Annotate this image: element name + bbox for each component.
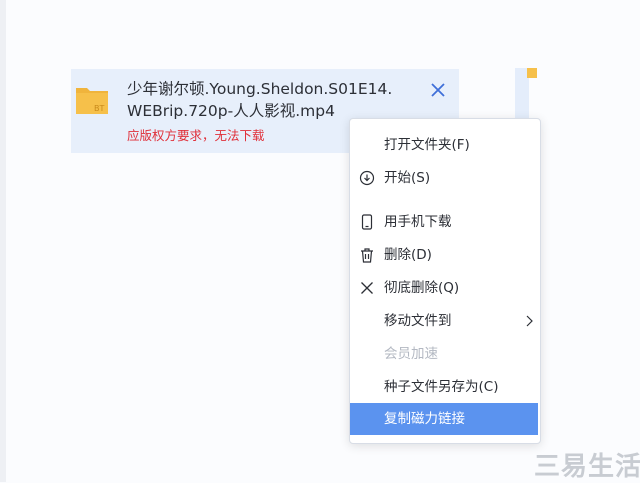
trash-icon (361, 248, 373, 263)
background-folder-fragment (527, 68, 537, 78)
menu-item-label: 删除(D) (384, 247, 432, 263)
task-error-message: 应版权方要求，无法下载 (127, 128, 265, 143)
menu-item-delete-permanently[interactable]: 彻底删除(Q) (350, 272, 538, 304)
menu-item-delete[interactable]: 删除(D) (350, 239, 538, 271)
menu-item-label: 会员加速 (384, 346, 438, 362)
menu-item-vip-speedup: 会员加速 (350, 338, 538, 370)
menu-item-phone-download[interactable]: 用手机下载 (350, 206, 538, 238)
bt-folder-icon: BT (76, 88, 108, 114)
menu-item-label: 用手机下载 (384, 214, 452, 230)
x-icon (361, 282, 373, 294)
task-file-name: 少年谢尔顿.Young.Sheldon.S01E14.WEBrip.720p-人… (127, 80, 393, 120)
menu-item-start[interactable]: 开始(S) (350, 162, 538, 194)
watermark-logo: 三易生活 (534, 452, 640, 482)
menu-item-label: 复制磁力链接 (384, 411, 465, 427)
phone-icon (361, 214, 373, 230)
menu-item-label: 移动文件到 (384, 313, 452, 329)
menu-item-label: 种子文件另存为(C) (384, 379, 499, 395)
left-panel-edge (0, 0, 6, 482)
close-icon[interactable] (429, 81, 447, 99)
menu-item-save-torrent[interactable]: 种子文件另存为(C) (350, 371, 538, 403)
bt-badge: BT (94, 104, 104, 113)
menu-item-open-folder[interactable]: 打开文件夹(F) (350, 129, 538, 161)
menu-item-move-to[interactable]: 移动文件到 (350, 305, 538, 337)
download-circle-icon (359, 170, 375, 186)
menu-item-label: 打开文件夹(F) (384, 137, 470, 153)
menu-item-label: 彻底删除(Q) (384, 280, 460, 296)
menu-item-label: 开始(S) (384, 170, 431, 186)
chevron-right-icon (526, 315, 533, 327)
context-menu: 打开文件夹(F) 开始(S) 用手机下载 删除(D) 彻底删除(Q) 移动文件到 (349, 118, 541, 444)
menu-item-copy-magnet[interactable]: 复制磁力链接 (350, 403, 538, 435)
